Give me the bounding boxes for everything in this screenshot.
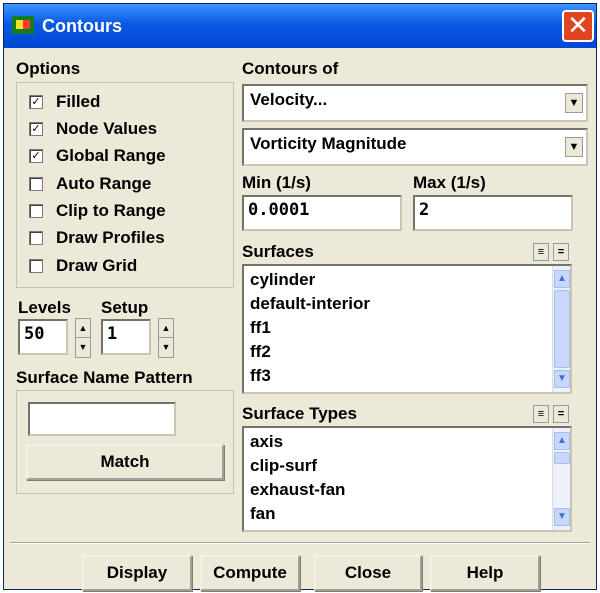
deselect-all-types-icon[interactable]: = bbox=[553, 405, 569, 423]
dropdown-value: Velocity... bbox=[250, 90, 328, 109]
spin-up-icon[interactable]: ▲ bbox=[159, 319, 173, 338]
checkbox-label: Node Values bbox=[56, 119, 158, 138]
scroll-thumb[interactable] bbox=[554, 452, 570, 464]
levels-field[interactable]: 50 bbox=[18, 319, 68, 355]
divider bbox=[10, 542, 590, 544]
surface-name-pattern-input[interactable] bbox=[28, 402, 176, 436]
help-button[interactable]: Help bbox=[430, 555, 540, 591]
contours-quantity-dropdown[interactable]: Vorticity Magnitude ▼ bbox=[242, 128, 588, 166]
scroll-down-icon[interactable]: ▼ bbox=[554, 370, 570, 388]
app-icon bbox=[12, 16, 34, 34]
surface-types-scrollbar[interactable]: ▲ ▼ bbox=[552, 428, 570, 530]
setup-label: Setup bbox=[101, 298, 149, 317]
compute-button[interactable]: Compute bbox=[200, 555, 300, 591]
checkbox-label: Global Range bbox=[56, 146, 166, 165]
checkbox-box[interactable] bbox=[29, 259, 43, 273]
spin-up-icon[interactable]: ▲ bbox=[76, 319, 90, 338]
levels-label: Levels bbox=[18, 298, 71, 317]
checkbox-label: Draw Profiles bbox=[56, 228, 165, 247]
min-field[interactable]: 0.0001 bbox=[242, 195, 402, 231]
scroll-up-icon[interactable]: ▲ bbox=[554, 432, 570, 450]
select-all-surfaces-icon[interactable]: ≡ bbox=[533, 243, 549, 261]
list-item[interactable]: fan bbox=[250, 504, 276, 524]
contours-dialog: Contours ✕ Options ✓ Filled ✓ Node Value… bbox=[3, 3, 597, 591]
checkbox-box[interactable] bbox=[29, 177, 43, 191]
close-button[interactable]: Close bbox=[314, 555, 422, 591]
display-button[interactable]: Display bbox=[82, 555, 192, 591]
select-all-types-icon[interactable]: ≡ bbox=[533, 405, 549, 423]
contours-category-dropdown[interactable]: Velocity... ▼ bbox=[242, 84, 588, 122]
surfaces-label: Surfaces bbox=[242, 242, 314, 261]
checkbox-label: Filled bbox=[56, 92, 101, 111]
surface-name-pattern-label: Surface Name Pattern bbox=[16, 368, 193, 387]
surfaces-scrollbar[interactable]: ▲ ▼ bbox=[552, 266, 570, 392]
min-label: Min (1/s) bbox=[242, 173, 311, 192]
checkbox-box[interactable]: ✓ bbox=[29, 95, 43, 109]
scroll-up-icon[interactable]: ▲ bbox=[554, 270, 570, 288]
checkbox-box[interactable] bbox=[29, 231, 43, 245]
levels-spinner[interactable]: ▲ ▼ bbox=[75, 318, 91, 358]
checkbox-box[interactable]: ✓ bbox=[29, 122, 43, 136]
list-item[interactable]: cylinder bbox=[250, 270, 315, 290]
deselect-all-surfaces-icon[interactable]: = bbox=[553, 243, 569, 261]
contours-of-label: Contours of bbox=[242, 59, 339, 78]
surface-types-list[interactable]: axis clip-surf exhaust-fan fan ▲ ▼ bbox=[242, 426, 572, 532]
surfaces-list[interactable]: cylinder default-interior ff1 ff2 ff3 ▲ … bbox=[242, 264, 572, 394]
dropdown-value: Vorticity Magnitude bbox=[250, 134, 407, 153]
list-item[interactable]: clip-surf bbox=[250, 456, 317, 476]
title-bar[interactable]: Contours ✕ bbox=[4, 4, 596, 48]
close-window-button[interactable]: ✕ bbox=[562, 10, 594, 42]
chevron-down-icon[interactable]: ▼ bbox=[565, 137, 583, 157]
list-item[interactable]: axis bbox=[250, 432, 283, 452]
max-field[interactable]: 2 bbox=[413, 195, 573, 231]
checkbox-label: Clip to Range bbox=[56, 201, 166, 220]
match-button[interactable]: Match bbox=[26, 444, 224, 480]
scroll-thumb[interactable] bbox=[554, 290, 570, 368]
list-item[interactable]: ff2 bbox=[250, 342, 271, 362]
spin-down-icon[interactable]: ▼ bbox=[76, 338, 90, 357]
checkbox-label: Auto Range bbox=[56, 174, 152, 193]
max-label: Max (1/s) bbox=[413, 173, 486, 192]
list-item[interactable]: exhaust-fan bbox=[250, 480, 345, 500]
list-item[interactable]: default-interior bbox=[250, 294, 370, 314]
list-item[interactable]: ff3 bbox=[250, 366, 271, 386]
setup-field[interactable]: 1 bbox=[101, 319, 151, 355]
setup-spinner[interactable]: ▲ ▼ bbox=[158, 318, 174, 358]
checkbox-box[interactable]: ✓ bbox=[29, 149, 43, 163]
window-title: Contours bbox=[42, 16, 122, 36]
scroll-down-icon[interactable]: ▼ bbox=[554, 508, 570, 526]
spin-down-icon[interactable]: ▼ bbox=[159, 338, 173, 357]
list-item[interactable]: ff1 bbox=[250, 318, 271, 338]
checkbox-box[interactable] bbox=[29, 204, 43, 218]
options-header: Options bbox=[16, 59, 81, 78]
chevron-down-icon[interactable]: ▼ bbox=[565, 93, 583, 113]
checkbox-label: Draw Grid bbox=[56, 256, 138, 275]
surface-types-label: Surface Types bbox=[242, 404, 357, 423]
